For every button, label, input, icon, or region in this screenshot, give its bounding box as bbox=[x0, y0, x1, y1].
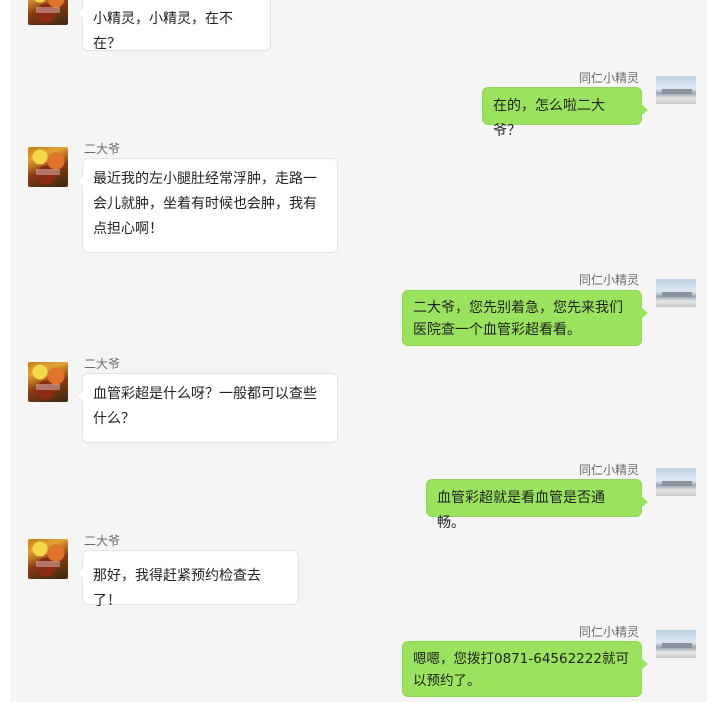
user-avatar[interactable] bbox=[28, 0, 68, 25]
message-bubble-outgoing: 在的，怎么啦二大爷？ bbox=[482, 87, 648, 139]
bot-avatar[interactable] bbox=[656, 468, 696, 496]
right-margin bbox=[707, 0, 717, 702]
message-bubble-incoming: 最近我的左小腿肚经常浮肿，走路一会儿就肿，坐着有时候也会肿，我有点担心啊！ bbox=[76, 158, 338, 253]
sender-name: 同仁小精灵 bbox=[578, 273, 639, 287]
sender-name: 二大爷 bbox=[84, 357, 121, 371]
sender-name: 同仁小精灵 bbox=[578, 463, 639, 477]
sender-name: 二大爷 bbox=[84, 534, 121, 548]
message-bubble-outgoing: 嗯嗯，您拨打0871-64562222就可以预约了。 bbox=[402, 641, 648, 697]
sender-name: 同仁小精灵 bbox=[578, 625, 639, 639]
user-avatar[interactable] bbox=[28, 147, 68, 187]
sender-name: 二大爷 bbox=[84, 142, 121, 156]
message-bubble-outgoing: 血管彩超就是看血管是否通畅。 bbox=[426, 479, 648, 531]
bot-avatar[interactable] bbox=[656, 279, 696, 307]
sender-name: 同仁小精灵 bbox=[578, 71, 639, 85]
user-avatar[interactable] bbox=[28, 539, 68, 579]
message-bubble-incoming: 血管彩超是什么呀？一般都可以查些什么？ bbox=[76, 373, 338, 443]
chat-window: 小精灵，小精灵，在不在？ 同仁小精灵 在的，怎么啦二大爷？ 二大爷 最近我的左小… bbox=[0, 0, 717, 702]
left-margin bbox=[0, 0, 10, 702]
user-avatar[interactable] bbox=[28, 362, 68, 402]
bot-avatar[interactable] bbox=[656, 630, 696, 658]
message-bubble-incoming: 那好，我得赶紧预约检查去了！ bbox=[76, 550, 299, 609]
bot-avatar[interactable] bbox=[656, 76, 696, 104]
message-bubble-incoming: 小精灵，小精灵，在不在？ bbox=[76, 0, 271, 52]
message-bubble-outgoing: 二大爷，您先别着急，您先来我们医院查一个血管彩超看看。 bbox=[402, 290, 648, 346]
